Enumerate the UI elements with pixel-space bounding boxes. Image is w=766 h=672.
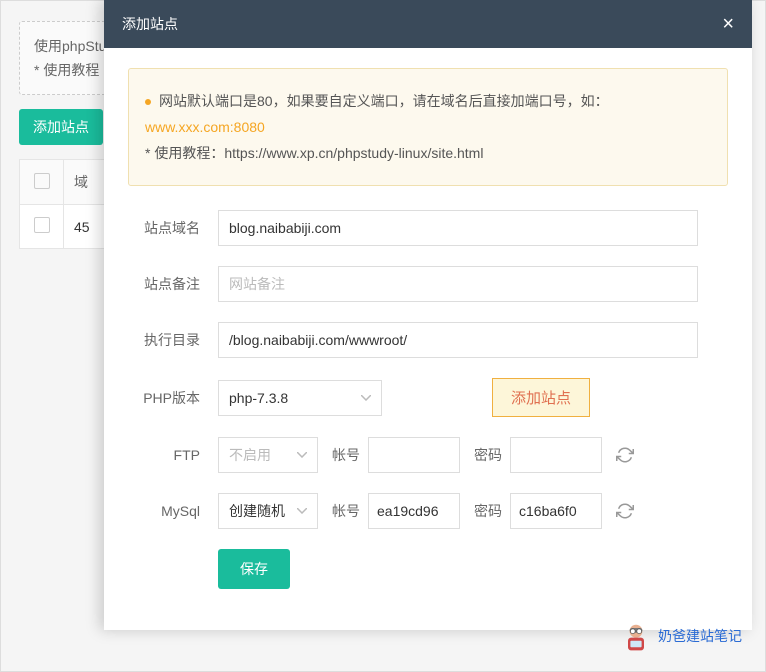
php-label: PHP版本 [128, 388, 218, 408]
tip-url: https://www.xp.cn/phpstudy-linux/site.ht… [224, 145, 483, 161]
close-icon[interactable]: × [722, 14, 734, 34]
avatar-icon [620, 620, 652, 652]
modal-body: 网站默认端口是80，如果要自定义端口，请在域名后直接加端口号，如： www.xx… [104, 48, 752, 629]
mysql-account-input[interactable] [368, 493, 460, 529]
bullet-icon [145, 99, 151, 105]
chevron-down-icon [361, 395, 371, 401]
php-select-value: php-7.3.8 [229, 390, 288, 406]
refresh-icon[interactable] [616, 446, 634, 464]
refresh-icon[interactable] [616, 502, 634, 520]
row-domain: 站点域名 [128, 210, 728, 246]
bg-row-checkbox[interactable] [34, 217, 50, 233]
bg-header-checkbox[interactable] [34, 173, 50, 189]
ftp-account-input[interactable] [368, 437, 460, 473]
mysql-account-label: 帐号 [332, 501, 360, 521]
row-ftp: FTP 不启用 帐号 密码 [128, 437, 728, 473]
modal-header: 添加站点 × [104, 0, 752, 48]
php-select[interactable]: php-7.3.8 [218, 380, 382, 416]
mysql-password-input[interactable] [510, 493, 602, 529]
ftp-select-value: 不启用 [229, 445, 271, 465]
remark-input[interactable] [218, 266, 698, 302]
mysql-label: MySql [128, 503, 218, 519]
row-dir: 执行目录 [128, 322, 728, 358]
tip-line-2: www.xxx.com:8080 [145, 119, 711, 135]
ftp-account-label: 帐号 [332, 445, 360, 465]
ftp-password-label: 密码 [474, 445, 502, 465]
dir-label: 执行目录 [128, 330, 218, 350]
tip-box: 网站默认端口是80，如果要自定义端口，请在域名后直接加端口号，如： www.xx… [128, 68, 728, 186]
bg-add-site-button[interactable]: 添加站点 [19, 109, 103, 145]
add-site-highlight-button[interactable]: 添加站点 [492, 378, 590, 417]
mysql-select-value: 创建随机 [229, 501, 285, 521]
chevron-down-icon [297, 452, 307, 458]
tip-prefix: * 使用教程： [145, 145, 224, 161]
ftp-password-input[interactable] [510, 437, 602, 473]
save-button[interactable]: 保存 [218, 549, 290, 589]
mysql-select[interactable]: 创建随机 [218, 493, 318, 529]
row-save: 保存 [128, 549, 728, 589]
ftp-label: FTP [128, 447, 218, 463]
row-remark: 站点备注 [128, 266, 728, 302]
domain-input[interactable] [218, 210, 698, 246]
tip-text-1: 网站默认端口是80，如果要自定义端口，请在域名后直接加端口号，如： [159, 93, 609, 109]
watermark-text: 奶爸建站笔记 [658, 626, 742, 646]
mysql-password-label: 密码 [474, 501, 502, 521]
dir-input[interactable] [218, 322, 698, 358]
row-mysql: MySql 创建随机 帐号 密码 [128, 493, 728, 529]
row-php: PHP版本 php-7.3.8 添加站点 [128, 378, 728, 417]
tip-line-1: 网站默认端口是80，如果要自定义端口，请在域名后直接加端口号，如： [145, 91, 711, 111]
remark-label: 站点备注 [128, 274, 218, 294]
add-site-modal: 添加站点 × 网站默认端口是80，如果要自定义端口，请在域名后直接加端口号，如：… [104, 0, 752, 630]
domain-label: 站点域名 [128, 218, 218, 238]
chevron-down-icon [297, 508, 307, 514]
modal-title: 添加站点 [122, 14, 178, 34]
tip-line-3: * 使用教程：https://www.xp.cn/phpstudy-linux/… [145, 143, 711, 163]
watermark: 奶爸建站笔记 [620, 620, 742, 652]
ftp-select[interactable]: 不启用 [218, 437, 318, 473]
